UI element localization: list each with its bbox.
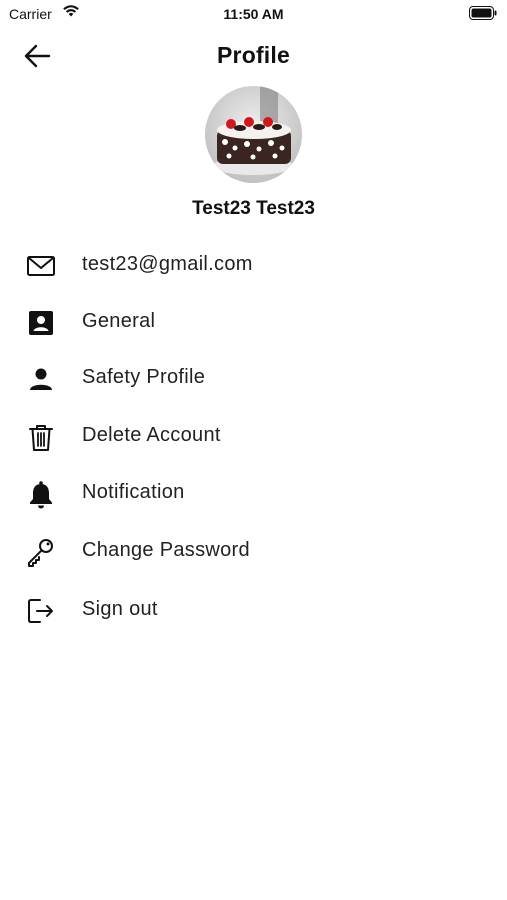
menu-item-general[interactable]: General — [0, 297, 507, 343]
status-bar: Carrier 11:50 AM — [0, 0, 507, 28]
trash-icon — [29, 425, 53, 451]
menu-item-label: Sign out — [82, 598, 158, 620]
mail-icon — [27, 256, 55, 276]
menu-item-delete-account[interactable]: Delete Account — [0, 411, 507, 457]
header: Profile — [0, 36, 507, 76]
bell-icon — [30, 481, 52, 509]
menu-item-safety-profile[interactable]: Safety Profile — [0, 353, 507, 399]
battery-icon — [469, 6, 497, 25]
page-title: Profile — [217, 42, 290, 68]
menu-item-label: Delete Account — [82, 424, 221, 446]
menu-item-label: Safety Profile — [82, 366, 206, 388]
menu-item-email[interactable]: test23@gmail.com — [0, 240, 507, 286]
key-icon — [28, 539, 53, 567]
logout-icon — [28, 599, 53, 623]
menu-item-label: Change Password — [82, 539, 250, 561]
menu-item-label: Notification — [82, 481, 185, 503]
user-name: Test23 Test23 — [192, 198, 315, 219]
menu-item-change-password[interactable]: Change Password — [0, 526, 507, 572]
person-icon — [30, 368, 52, 390]
avatar[interactable] — [205, 86, 302, 183]
status-time: 11:50 AM — [223, 6, 284, 22]
menu-item-notification[interactable]: Notification — [0, 468, 507, 514]
contact-card-icon — [29, 311, 53, 335]
menu-item-label: test23@gmail.com — [82, 253, 253, 275]
menu-item-label: General — [82, 310, 156, 332]
menu-item-sign-out[interactable]: Sign out — [0, 585, 507, 631]
